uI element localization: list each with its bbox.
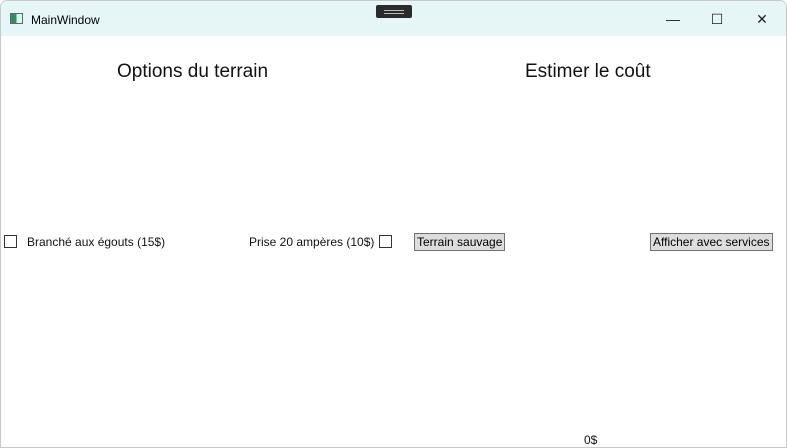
maximize-button[interactable]: ☐	[702, 9, 732, 29]
sewer-label: Branché aux égouts (15$)	[27, 235, 166, 249]
close-button[interactable]: ✕	[747, 9, 777, 29]
sewer-checkbox[interactable]	[4, 235, 17, 248]
app-icon	[10, 13, 23, 24]
total-cost: 0$	[584, 433, 598, 447]
title-bar[interactable]: MainWindow — ☐ ✕	[1, 1, 786, 36]
outlet-checkbox[interactable]	[379, 235, 392, 248]
snap-grip-handle[interactable]	[376, 5, 412, 18]
estimate-cost-heading: Estimer le coût	[525, 61, 651, 82]
show-with-services-button[interactable]: Afficher avec services	[650, 233, 773, 251]
main-window: MainWindow — ☐ ✕ Options du terrain Esti…	[0, 0, 787, 448]
window-title: MainWindow	[31, 13, 100, 27]
outlet-label: Prise 20 ampères (10$)	[249, 235, 375, 249]
minimize-button[interactable]: —	[658, 9, 688, 29]
terrain-options-heading: Options du terrain	[117, 61, 269, 82]
wild-terrain-button[interactable]: Terrain sauvage	[414, 233, 506, 251]
